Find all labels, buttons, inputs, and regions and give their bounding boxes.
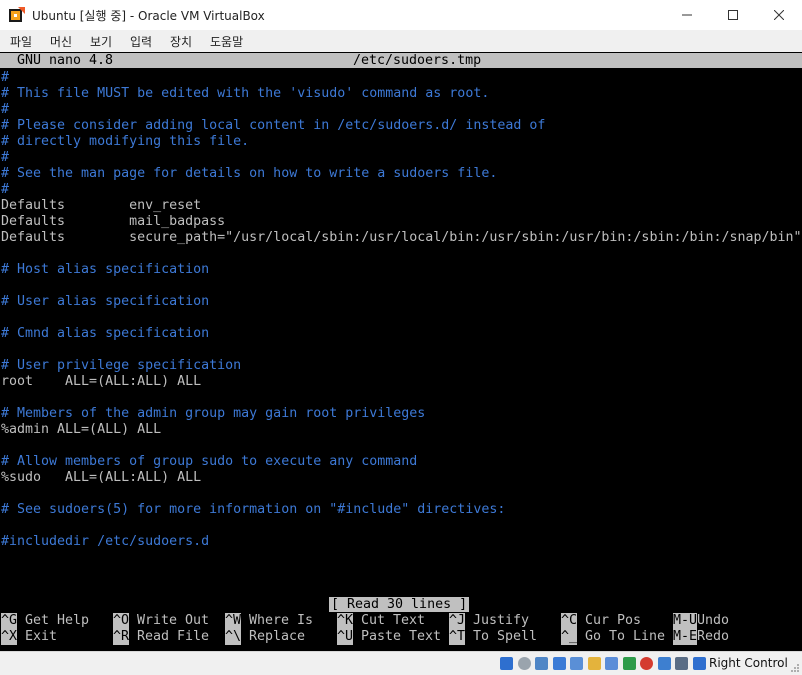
shortcut-key: ^R: [113, 629, 130, 645]
shortcut-label: Read File: [137, 629, 210, 644]
menu-input[interactable]: 입력: [130, 33, 152, 50]
shortcut-label: Paste Text: [361, 629, 442, 644]
editor-line: # User alias specification: [1, 294, 210, 309]
editor-line: # Please consider adding local content i…: [1, 118, 546, 133]
minimize-button[interactable]: [664, 0, 710, 30]
usb-icon[interactable]: [570, 657, 583, 670]
shortcut-label: Justify: [473, 613, 530, 628]
menu-file[interactable]: 파일: [10, 33, 32, 50]
minimize-icon: [682, 14, 692, 16]
shortcut-label: Get Help: [25, 613, 90, 628]
nano-header: GNU nano 4.8 /etc/sudoers.tmp: [0, 53, 802, 68]
shortcut-key: ^_: [561, 629, 578, 645]
editor-line: # User privilege specification: [1, 358, 242, 373]
shortcut-label: To Spell: [473, 629, 538, 644]
shortcut-key: ^C: [561, 613, 578, 629]
shortcut-label: Where Is: [249, 613, 314, 628]
menu-help[interactable]: 도움말: [210, 33, 243, 50]
menu-bar: 파일 머신 보기 입력 장치 도움말: [0, 30, 802, 52]
nano-filename: /etc/sudoers.tmp: [353, 53, 482, 68]
editor-line: #: [1, 102, 10, 117]
editor-line: # directly modifying this file.: [1, 134, 250, 149]
network-icon[interactable]: [552, 657, 566, 670]
editor-line: #includedir /etc/sudoers.d: [1, 534, 210, 549]
menu-devices[interactable]: 장치: [170, 33, 192, 50]
shortcut-key: ^O: [113, 613, 130, 629]
editor-line: Defaults secure_path="/usr/local/sbin:/u…: [1, 230, 802, 245]
host-key-arrow-icon[interactable]: [692, 657, 706, 670]
nano-version: GNU nano 4.8: [17, 53, 114, 68]
shortcut-label: Cur Pos: [585, 613, 642, 628]
maximize-button[interactable]: [710, 0, 756, 30]
shortcut-key: ^J: [449, 613, 466, 629]
window-title: Ubuntu [실행 중] - Oracle VM VirtualBox: [32, 9, 265, 23]
editor-line: # See the man page for details on how to…: [1, 166, 498, 181]
shortcut-label: Redo: [697, 629, 730, 644]
shortcut-label: Write Out: [137, 613, 210, 628]
editor-line: # See sudoers(5) for more information on…: [1, 502, 506, 517]
editor-line: root ALL=(ALL:ALL) ALL: [1, 374, 202, 389]
cpu-icon[interactable]: [657, 657, 671, 670]
editor-line: %admin ALL=(ALL) ALL: [1, 422, 162, 437]
mouse-integration-icon[interactable]: [675, 657, 688, 670]
menu-view[interactable]: 보기: [90, 33, 112, 50]
resize-grip-icon[interactable]: [790, 663, 800, 673]
window-titlebar[interactable]: Ubuntu [실행 중] - Oracle VM VirtualBox: [0, 0, 802, 31]
virtualbox-icon: [9, 7, 25, 22]
hard-disk-icon[interactable]: [500, 657, 513, 670]
editor-line: #: [1, 150, 10, 165]
editor-line: # Members of the admin group may gain ro…: [1, 406, 426, 421]
shortcut-key: ^K: [337, 613, 354, 629]
shortcut-label: Cut Text: [361, 613, 426, 628]
host-key-label: Right Control: [709, 656, 788, 670]
close-button[interactable]: [756, 0, 802, 30]
display-icon[interactable]: [605, 657, 618, 670]
editor-line: # Allow members of group sudo to execute…: [1, 454, 418, 469]
editor-line: #: [1, 182, 10, 197]
shortcut-key: ^T: [449, 629, 466, 645]
shortcut-label: Go To Line: [585, 629, 666, 644]
close-icon: [774, 10, 784, 20]
maximize-icon: [728, 10, 738, 20]
vbox-statusbar: Right Control: [0, 651, 802, 675]
shortcut-key: ^X: [1, 629, 18, 645]
audio-icon[interactable]: [535, 657, 548, 670]
editor-line: %sudo ALL=(ALL:ALL) ALL: [1, 470, 202, 485]
shortcut-key: ^G: [1, 613, 18, 629]
editor-line: # This file MUST be edited with the 'vis…: [1, 86, 490, 101]
shortcut-label: Exit: [25, 629, 58, 644]
optical-drive-icon[interactable]: [517, 657, 531, 670]
shortcut-key: M-U: [673, 613, 698, 629]
recording-icon[interactable]: [640, 657, 653, 670]
editor-line: Defaults env_reset: [1, 198, 202, 213]
video-capture-icon[interactable]: [622, 657, 636, 670]
shortcut-key: ^\: [225, 629, 242, 645]
editor-line: #: [1, 70, 10, 85]
editor-line: # Host alias specification: [1, 262, 210, 277]
vm-screen[interactable]: GNU nano 4.8 /etc/sudoers.tmp # # This fi…: [0, 52, 802, 651]
shortcut-key: ^U: [337, 629, 354, 645]
shortcut-label: Replace: [249, 629, 306, 644]
editor-line: # Cmnd alias specification: [1, 326, 210, 341]
editor-line: Defaults mail_badpass: [1, 214, 226, 229]
nano-status-message: [ Read 30 lines ]: [329, 597, 470, 612]
shortcut-key: M-E: [673, 629, 698, 645]
shortcut-label: Undo: [697, 613, 730, 628]
shortcut-key: ^W: [225, 613, 242, 629]
shared-folders-icon[interactable]: [587, 657, 601, 670]
menu-machine[interactable]: 머신: [50, 33, 72, 50]
